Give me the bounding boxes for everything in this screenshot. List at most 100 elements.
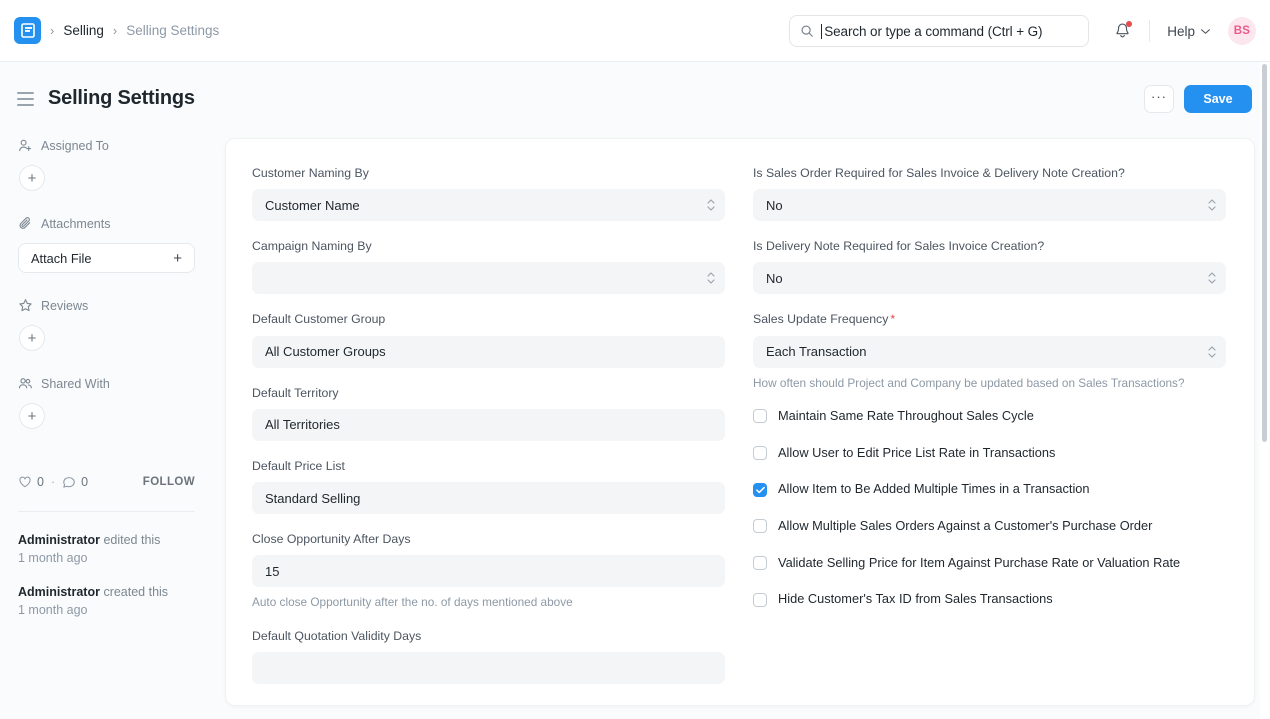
value-default-territory: All Territories — [265, 417, 340, 433]
text-caret — [821, 23, 823, 39]
checkbox-box-checked[interactable] — [753, 482, 767, 497]
field-is-delivery-note-required: Is Delivery Note Required for Sales Invo… — [753, 238, 1226, 295]
checkbox-allow-user-to-edit-price-list-rate[interactable]: Allow User to Edit Price List Rate in Tr… — [753, 445, 1226, 462]
activity-log: Administrator edited this 1 month ago Ad… — [18, 531, 208, 636]
notifications-button[interactable] — [1105, 14, 1139, 48]
form-column-left: Customer Naming By Customer Name Campaig… — [252, 165, 725, 701]
reviews-label: Reviews — [41, 298, 89, 313]
input-default-territory[interactable]: All Territories — [252, 408, 725, 441]
sidebar-toggle-icon[interactable] — [17, 91, 34, 106]
activity-entry: Administrator created this 1 month ago — [18, 583, 208, 619]
select-customer-naming-by[interactable]: Customer Name — [252, 189, 725, 222]
checkbox-box[interactable] — [753, 446, 767, 461]
paperclip-icon — [19, 217, 31, 229]
stepper-icon — [1208, 346, 1216, 358]
social-separator: · — [50, 475, 56, 489]
avatar[interactable]: BS — [1228, 17, 1256, 45]
field-close-opportunity-after-days: Close Opportunity After Days 15 Auto clo… — [252, 531, 725, 611]
label-default-customer-group: Default Customer Group — [252, 312, 386, 327]
stepper-icon — [1208, 272, 1216, 285]
checkbox-allow-item-to-be-added-multiple-times[interactable]: Allow Item to Be Added Multiple Times in… — [753, 481, 1226, 498]
activity-user: Administrator — [18, 533, 100, 547]
input-default-customer-group[interactable]: All Customer Groups — [252, 335, 725, 368]
checkbox-box[interactable] — [753, 409, 767, 424]
checkbox-maintain-same-rate-throughout-sales-cycle[interactable]: Maintain Same Rate Throughout Sales Cycl… — [753, 408, 1226, 425]
attach-file-button[interactable]: Attach File + — [18, 243, 195, 273]
search-input[interactable]: Search or type a command (Ctrl + G) — [789, 15, 1090, 47]
stepper-icon — [707, 199, 715, 211]
select-campaign-naming-by[interactable] — [252, 262, 725, 295]
scrollbar-thumb[interactable] — [1262, 64, 1267, 442]
checkbox-label: Hide Customer's Tax ID from Sales Transa… — [778, 591, 1053, 607]
navbar-divider — [1149, 20, 1151, 42]
frappe-logo-icon[interactable] — [14, 17, 41, 44]
navbar-actions: Search or type a command (Ctrl + G) Help… — [789, 0, 1270, 62]
save-button[interactable]: Save — [1184, 84, 1252, 113]
follow-button[interactable]: FOLLOW — [143, 476, 195, 488]
value-is-delivery-note-required: No — [766, 270, 783, 286]
stepper-icon — [1208, 199, 1216, 211]
comment-button[interactable]: 0 — [62, 475, 88, 489]
activity-time: 1 month ago — [18, 551, 88, 566]
add-share-button[interactable]: + — [19, 403, 45, 429]
activity-entry: Administrator edited this 1 month ago — [18, 531, 208, 567]
input-default-quotation-validity-days[interactable] — [252, 651, 725, 684]
value-default-price-list: Standard Selling — [265, 490, 361, 506]
label-customer-naming-by: Customer Naming By — [252, 166, 369, 180]
sidebar-divider — [18, 511, 195, 512]
sidebar-section-assigned-to: Assigned To + — [18, 135, 207, 191]
assigned-to-label: Assigned To — [41, 138, 109, 153]
breadcrumb-separator-2: › — [112, 23, 118, 38]
like-button[interactable]: 0 — [18, 475, 44, 489]
page-scrollbar[interactable] — [1260, 62, 1269, 719]
input-default-price-list[interactable]: Standard Selling — [252, 482, 725, 515]
page-title: Selling Settings — [48, 87, 195, 109]
activity-time: 1 month ago — [18, 603, 88, 618]
activity-action: created this — [103, 585, 169, 600]
checkbox-hide-customer-tax-id[interactable]: Hide Customer's Tax ID from Sales Transa… — [753, 591, 1226, 608]
checkbox-allow-multiple-sales-orders[interactable]: Allow Multiple Sales Orders Against a Cu… — [753, 518, 1226, 535]
value-close-opportunity-after-days: 15 — [265, 563, 280, 579]
help-dropdown-button[interactable]: Help — [1160, 19, 1218, 44]
input-close-opportunity-after-days[interactable]: 15 — [252, 555, 725, 588]
search-placeholder-text: Search or type a command (Ctrl + G) — [824, 23, 1043, 39]
attachments-label: Attachments — [41, 216, 111, 231]
sidebar-section-attachments: Attachments Attach File + — [18, 213, 207, 273]
value-default-customer-group: All Customer Groups — [265, 344, 386, 360]
chevron-down-icon — [1200, 28, 1211, 34]
field-default-quotation-validity-days: Default Quotation Validity Days — [252, 628, 725, 684]
comment-icon — [63, 477, 75, 488]
page-header-actions: ··· Save — [1144, 84, 1252, 113]
checkbox-validate-selling-price[interactable]: Validate Selling Price for Item Against … — [753, 555, 1226, 572]
more-options-button[interactable]: ··· — [1144, 84, 1174, 113]
activity-action: edited this — [103, 533, 161, 547]
breadcrumb-separator-1: › — [50, 23, 55, 38]
check-icon — [755, 486, 765, 493]
like-count: 0 — [37, 475, 44, 489]
value-sales-update-frequency: Each Transaction — [766, 344, 867, 360]
checkbox-box[interactable] — [753, 555, 767, 570]
form-grid: Customer Naming By Customer Name Campaig… — [226, 139, 1254, 701]
breadcrumb-link-selling[interactable]: Selling — [63, 23, 104, 38]
field-customer-naming-by: Customer Naming By Customer Name — [252, 165, 725, 222]
checkbox-label: Allow Multiple Sales Orders Against a Cu… — [778, 518, 1153, 533]
checkbox-box[interactable] — [753, 592, 767, 607]
checkbox-label: Validate Selling Price for Item Against … — [778, 554, 1181, 570]
top-navbar: › Selling › Selling Settings Search or t… — [0, 0, 1270, 62]
select-sales-update-frequency[interactable]: Each Transaction — [753, 335, 1226, 368]
user-plus-icon — [19, 139, 32, 152]
breadcrumb-current-page: Selling Settings — [126, 23, 220, 38]
heart-icon — [19, 476, 31, 488]
select-is-sales-order-required[interactable]: No — [753, 189, 1226, 222]
field-campaign-naming-by: Campaign Naming By — [252, 238, 725, 295]
value-customer-naming-by: Customer Name — [265, 197, 360, 213]
checkbox-box[interactable] — [753, 519, 767, 534]
attach-file-label: Attach File — [31, 250, 92, 266]
add-assignment-button[interactable]: + — [19, 165, 45, 191]
label-is-delivery-note-required: Is Delivery Note Required for Sales Invo… — [753, 239, 1045, 254]
select-is-delivery-note-required[interactable]: No — [753, 262, 1226, 295]
add-review-button[interactable]: + — [19, 325, 45, 351]
checkbox-label: Maintain Same Rate Throughout Sales Cycl… — [778, 408, 1034, 424]
app-root: › Selling › Selling Settings Search or t… — [0, 0, 1270, 719]
activity-user: Administrator — [18, 585, 100, 600]
